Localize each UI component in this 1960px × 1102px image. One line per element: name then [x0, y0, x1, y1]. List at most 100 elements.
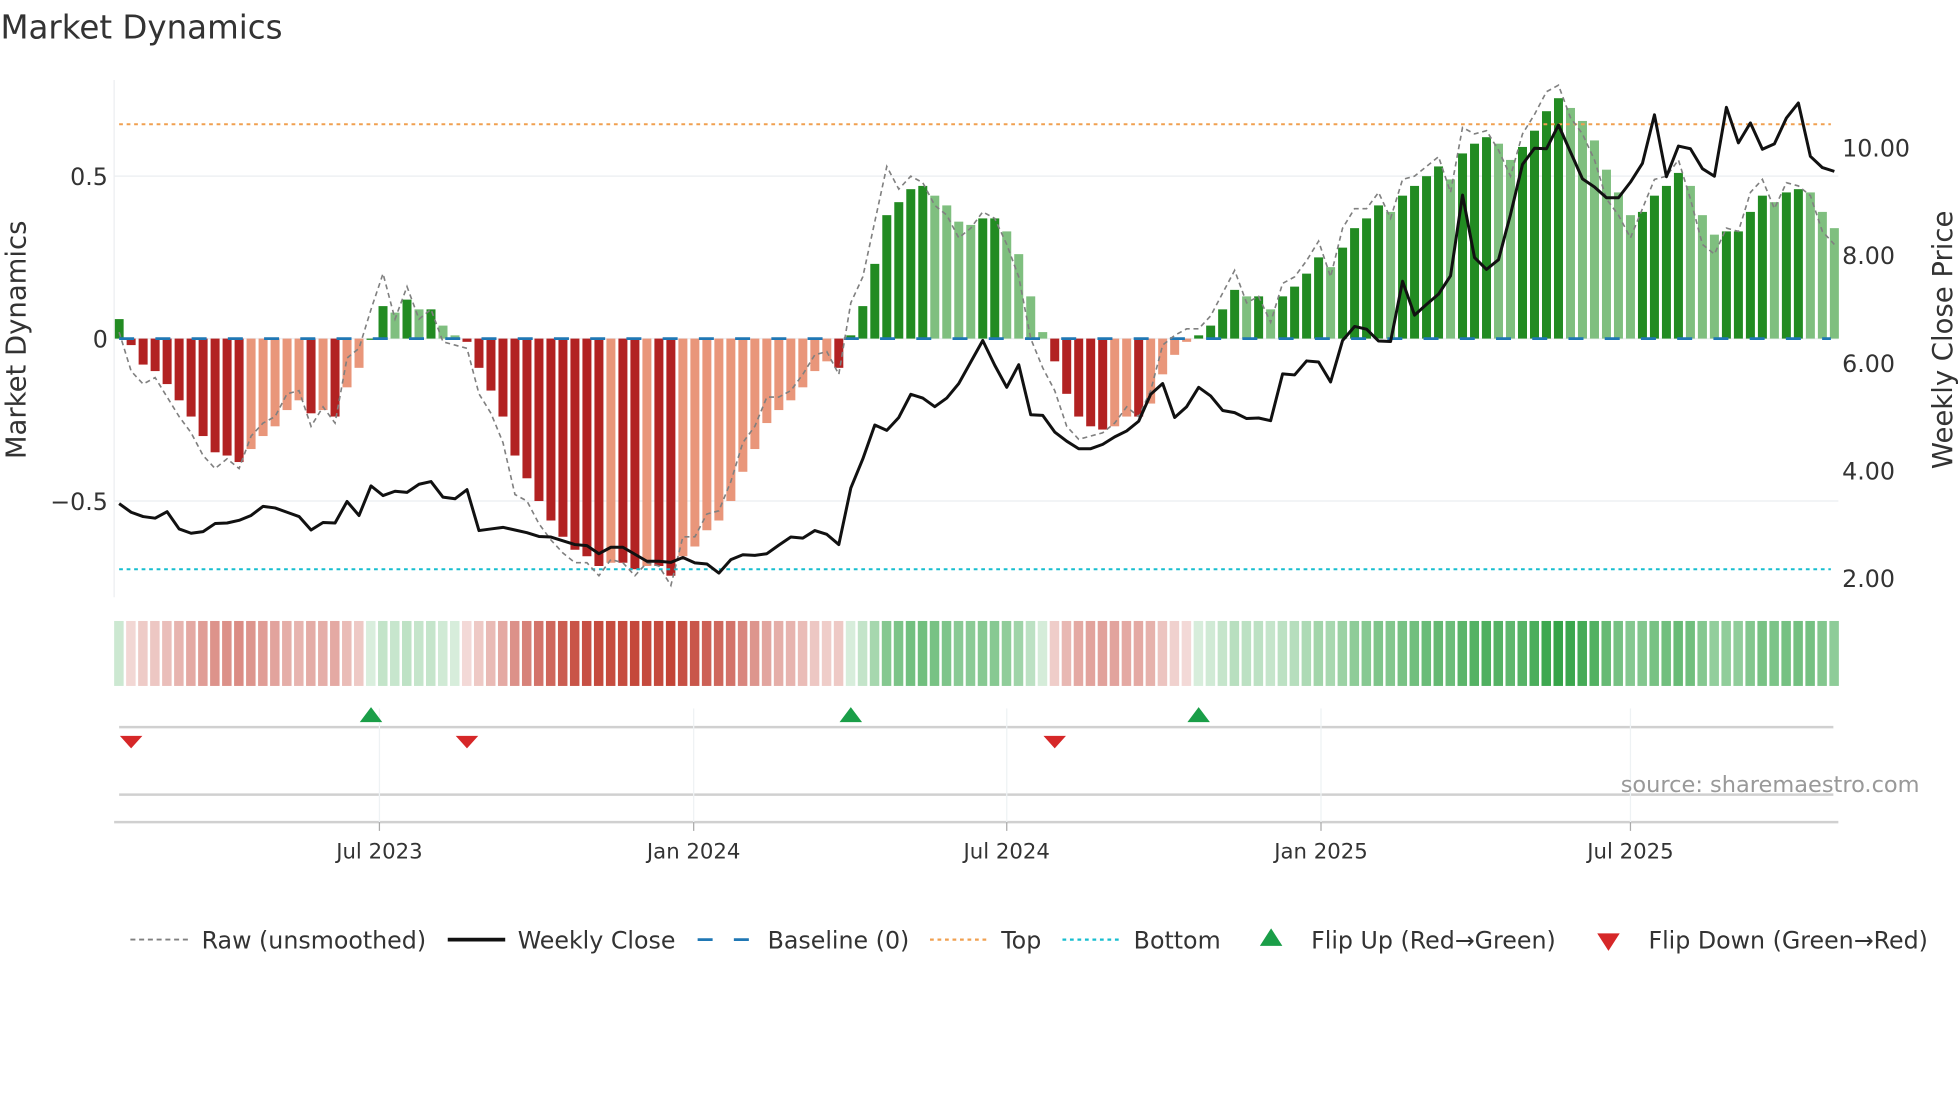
bar [1829, 228, 1839, 339]
ribbon-cell [1637, 620, 1647, 686]
ribbon-cell [761, 620, 772, 686]
ribbon-cell [150, 620, 160, 686]
ribbon-cell [653, 620, 664, 686]
ribbon-cell [1481, 620, 1492, 686]
ribbon-cell [1181, 620, 1192, 686]
ribbon-cell [258, 620, 268, 686]
ribbon-cell [1073, 620, 1084, 686]
bar [942, 205, 952, 339]
ribbon-cell [617, 620, 628, 686]
ribbon-cell [1793, 620, 1803, 686]
bar [510, 338, 520, 456]
bar [402, 299, 412, 339]
ribbon-cell [1541, 620, 1551, 686]
bar [1745, 211, 1755, 339]
ribbon-cell [1013, 620, 1024, 686]
bar [1673, 172, 1683, 339]
ribbon-cell [210, 620, 220, 686]
bar [498, 338, 508, 417]
ribbon-cell [1121, 620, 1132, 686]
ribbon-cell [426, 620, 436, 686]
bar [1206, 325, 1216, 339]
ribbon-cell [1781, 620, 1791, 686]
bar [1326, 267, 1336, 339]
bar [1709, 234, 1719, 339]
bar [414, 309, 424, 339]
bar [114, 319, 124, 339]
bar [1314, 257, 1324, 339]
bar [1254, 296, 1264, 339]
bar [966, 224, 976, 339]
ribbon-cell [1829, 620, 1839, 686]
ribbon-cell [1625, 620, 1635, 686]
series-lines [118, 84, 1835, 588]
bar [690, 338, 700, 547]
ribbon-cell [701, 620, 712, 686]
bar [1374, 205, 1384, 339]
heat-ribbon [114, 620, 1839, 686]
bar [1398, 195, 1408, 339]
bar [270, 338, 280, 427]
bar [174, 338, 184, 401]
bar [486, 338, 496, 391]
x-tick-label: Jul 2023 [334, 839, 422, 864]
ribbon-cell [1145, 620, 1156, 686]
bar [546, 338, 556, 521]
ribbon-cell [1769, 620, 1779, 686]
ribbon-cell [390, 620, 400, 686]
ribbon-cell [1061, 620, 1072, 686]
bar [1422, 176, 1432, 339]
bar [990, 218, 1000, 339]
bar [318, 338, 328, 411]
ribbon-cell [581, 620, 592, 686]
bar [954, 221, 964, 339]
bar [1134, 338, 1144, 417]
ribbon-cell [1025, 620, 1036, 686]
bar [378, 306, 388, 339]
ribbon-cell [1049, 620, 1060, 686]
legend-raw-label: Raw (unsmoothed) [202, 926, 426, 954]
ribbon-cell [1241, 620, 1252, 686]
bar [618, 338, 628, 563]
bar [750, 338, 760, 450]
y-tick-label: −0.5 [50, 488, 108, 516]
bar [666, 338, 676, 576]
bar [1026, 296, 1036, 339]
ribbon-cell [725, 620, 736, 686]
ribbon-cell [1565, 620, 1575, 686]
ribbon-cell [497, 620, 508, 686]
ribbon-cell [294, 620, 304, 686]
bar [1002, 231, 1012, 339]
ribbon-cell [1289, 620, 1300, 686]
y2-tick-label: 10.00 [1842, 134, 1910, 162]
bar [558, 338, 568, 537]
bar [930, 195, 940, 339]
bar [1530, 130, 1539, 339]
bar [762, 338, 772, 424]
ribbon-cell [485, 620, 496, 686]
ribbon-cell [1745, 620, 1755, 686]
ribbon-cell [222, 620, 232, 686]
bar [606, 338, 616, 563]
bar [1098, 338, 1108, 430]
bar [882, 215, 892, 339]
bar [642, 338, 652, 566]
x-tick-label: Jan 2025 [1272, 839, 1368, 864]
flip-down-marker [1043, 735, 1066, 749]
ribbon-cell [533, 620, 544, 686]
legend-flip-down-icon [1597, 933, 1620, 951]
ribbon-cell [677, 620, 688, 686]
ribbon-cell [1361, 620, 1372, 686]
legend-weekly-close-label: Weekly Close [518, 926, 676, 954]
bar [150, 338, 160, 372]
y-tick-label: 0 [93, 325, 108, 353]
ribbon-cell [354, 620, 364, 686]
bar [810, 338, 820, 372]
bar [1290, 286, 1300, 339]
bar [1110, 338, 1120, 427]
bar [1577, 120, 1587, 339]
ribbon-cell [797, 620, 808, 686]
ribbon-cell [953, 620, 964, 686]
ribbon-cell [1721, 620, 1731, 686]
ribbon-cell [809, 620, 820, 686]
